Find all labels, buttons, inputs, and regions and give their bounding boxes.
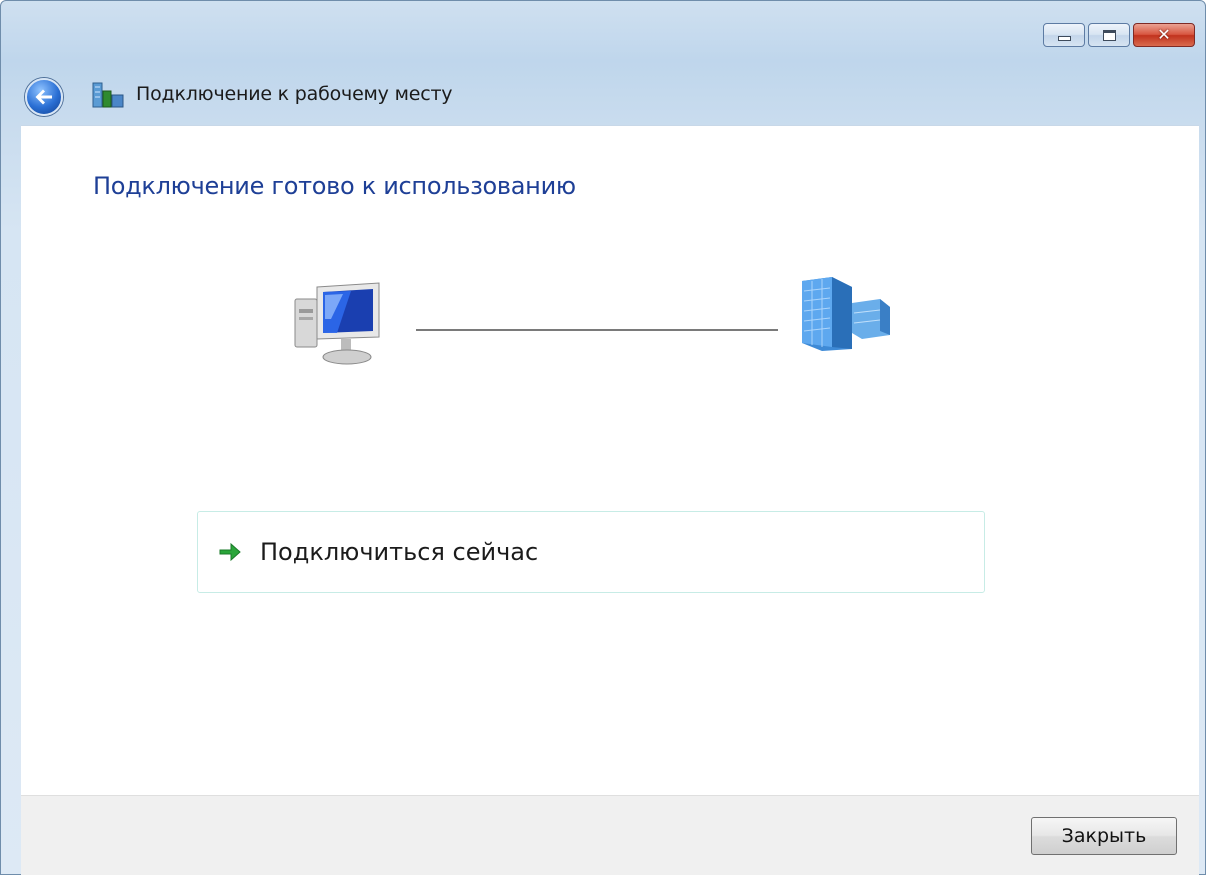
dialog-window: ✕ Подключение к рабочему месту Подключен…	[0, 0, 1206, 875]
connection-diagram	[21, 126, 1199, 426]
green-arrow-icon	[219, 542, 241, 562]
back-arrow-icon	[35, 89, 52, 105]
window-close-button[interactable]: ✕	[1133, 23, 1195, 47]
office-building-icon	[802, 277, 890, 351]
close-icon: ✕	[1157, 25, 1171, 44]
maximize-button[interactable]	[1088, 23, 1130, 47]
minimize-button[interactable]	[1043, 23, 1085, 47]
computer-icon	[294, 282, 380, 365]
dialog-footer: Закрыть	[21, 795, 1199, 875]
close-button[interactable]: Закрыть	[1031, 817, 1177, 855]
content-area: Подключение готово к использованию Подкл…	[21, 125, 1199, 795]
back-button[interactable]	[25, 78, 63, 116]
connection-line	[416, 329, 778, 331]
connect-now-label: Подключиться сейчас	[260, 538, 539, 566]
workplace-connection-icon	[92, 82, 124, 108]
minimize-icon	[1057, 35, 1071, 41]
caption-buttons: ✕	[1043, 23, 1195, 47]
connect-now-link[interactable]: Подключиться сейчас	[197, 511, 985, 593]
maximize-icon	[1102, 29, 1116, 41]
window-title: Подключение к рабочему месту	[136, 83, 453, 105]
